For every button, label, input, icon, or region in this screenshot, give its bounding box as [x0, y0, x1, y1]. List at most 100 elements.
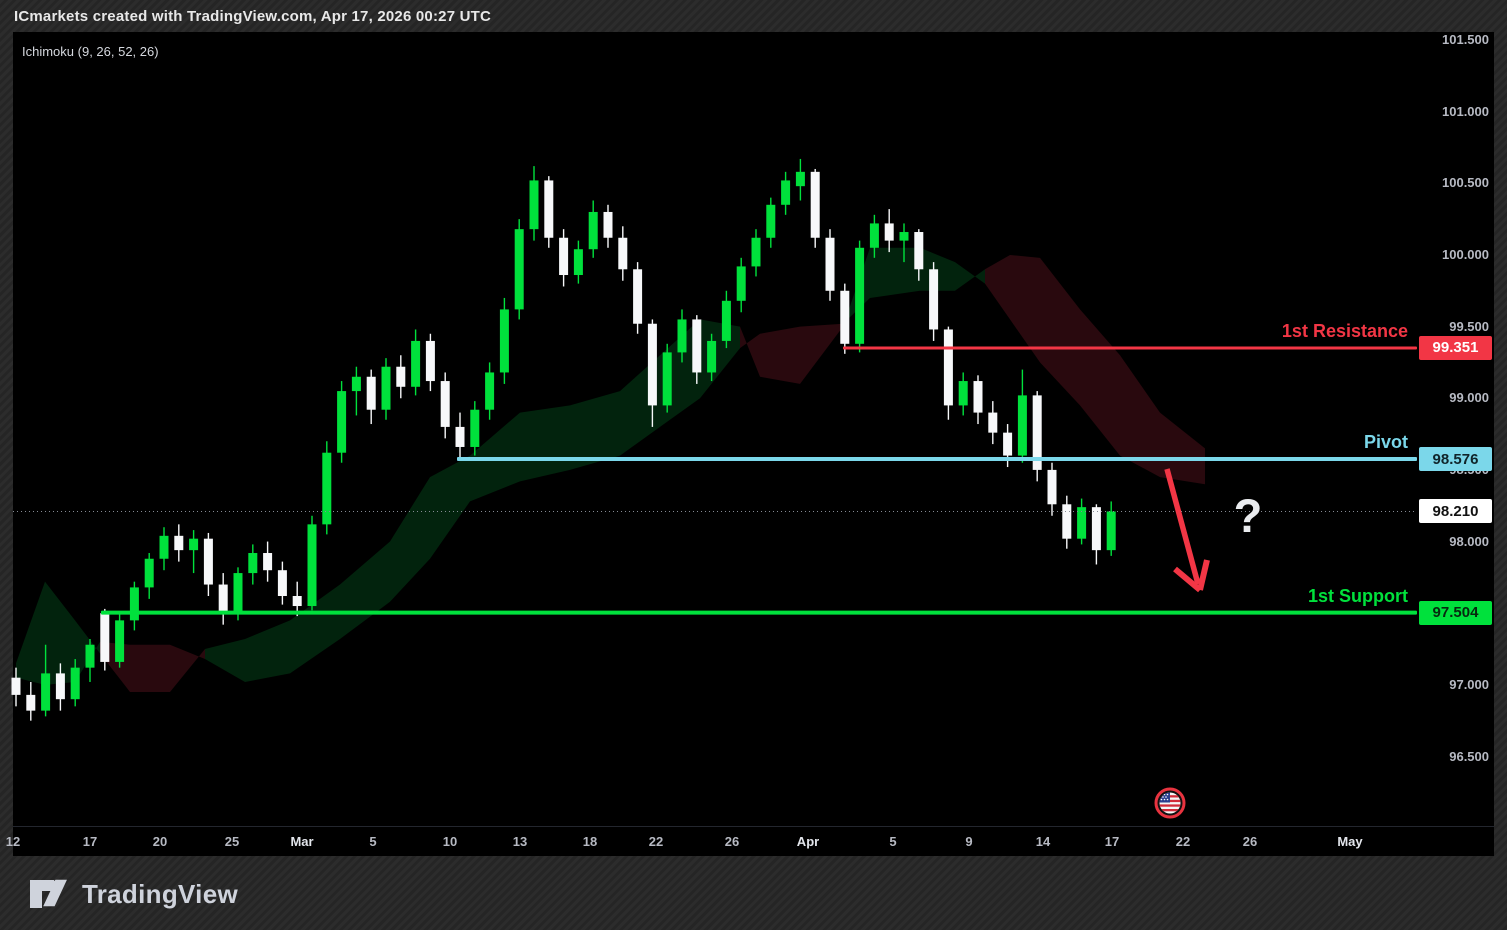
chart-canvas[interactable] [0, 0, 1507, 930]
y-axis-label: 99.000 [1415, 390, 1489, 406]
ichimoku-cloud-bullish [520, 405, 570, 481]
candle-up [1018, 395, 1027, 455]
y-axis-label: 100.500 [1415, 175, 1489, 191]
support-label[interactable]: 1st Support [1308, 586, 1408, 607]
candle-up [589, 212, 598, 249]
ichimoku-cloud-bullish [955, 262, 985, 291]
candle-up [382, 367, 391, 410]
candle-up [322, 453, 331, 525]
candle-up [796, 172, 805, 186]
candle-up [766, 205, 775, 238]
resistance-line[interactable] [843, 346, 1417, 349]
candle-down [648, 324, 657, 406]
candle-down [1003, 433, 1012, 456]
candle-up [41, 673, 50, 710]
ichimoku-cloud-bearish [740, 327, 760, 377]
candle-up [574, 249, 583, 275]
candle-down [367, 377, 376, 410]
candle-down [100, 613, 109, 662]
ichimoku-cloud-bullish [16, 582, 45, 685]
ichimoku-cloud-bearish [760, 327, 800, 384]
x-axis-label: 22 [649, 832, 663, 852]
candle-up [900, 232, 909, 241]
candle-down [1062, 504, 1071, 538]
tradingview-logo-icon [28, 874, 70, 914]
candle-down [56, 673, 65, 699]
price-box-resistance[interactable]: 99.351 [1419, 336, 1492, 360]
candle-down [1092, 507, 1101, 550]
candle-down [988, 413, 997, 433]
candle-up [115, 620, 124, 662]
projection-arrow-down[interactable] [1167, 469, 1207, 590]
candle-up [160, 536, 169, 559]
candle-up [678, 319, 687, 352]
pivot-line[interactable] [457, 457, 1417, 461]
candle-down [293, 596, 302, 606]
price-axis[interactable]: 101.500101.000100.500100.00099.50099.000… [1419, 32, 1493, 826]
price-box-pivot[interactable]: 98.576 [1419, 447, 1492, 471]
candle-up [737, 266, 746, 300]
candle-down [174, 536, 183, 550]
candle-up [1107, 511, 1116, 550]
candle-down [396, 367, 405, 387]
x-axis-label: 17 [83, 832, 97, 852]
price-box-last[interactable]: 98.210 [1419, 499, 1492, 523]
y-axis-label: 101.000 [1415, 104, 1489, 120]
x-axis-label: 13 [513, 832, 527, 852]
x-axis-label: 22 [1176, 832, 1190, 852]
candle-down [633, 269, 642, 323]
pivot-label[interactable]: Pivot [1364, 432, 1408, 453]
ichimoku-cloud-bearish [1040, 258, 1080, 406]
ichimoku-cloud-bearish [985, 255, 1010, 319]
candle-up [189, 539, 198, 550]
candle-down [456, 427, 465, 447]
x-axis-label: 17 [1105, 832, 1119, 852]
y-axis-label: 101.500 [1415, 32, 1489, 48]
price-box-support[interactable]: 97.504 [1419, 601, 1492, 625]
candle-down [692, 319, 701, 372]
resistance-label[interactable]: 1st Resistance [1282, 321, 1408, 342]
time-axis[interactable]: 12172025Mar51013182226Apr5914172226May [0, 832, 1420, 852]
candle-down [426, 341, 435, 381]
ichimoku-cloud-bullish [245, 620, 290, 682]
y-axis-label: 96.500 [1415, 749, 1489, 765]
candle-up [722, 301, 731, 341]
candle-up [515, 229, 524, 309]
candle-up [248, 553, 257, 573]
candle-up [663, 352, 672, 405]
candle-up [707, 341, 716, 373]
candle-down [1048, 470, 1057, 504]
ichimoku-cloud-bearish [130, 645, 170, 692]
ichimoku-cloud-bullish [870, 248, 920, 298]
x-axis-label: 10 [443, 832, 457, 852]
candle-up [145, 559, 154, 588]
ichimoku-cloud-bullish [390, 477, 430, 602]
y-axis-label: 100.000 [1415, 247, 1489, 263]
candle-down [914, 232, 923, 269]
x-axis-label: 26 [725, 832, 739, 852]
tradingview-chart-window: ICmarkets created with TradingView.com, … [0, 0, 1507, 930]
x-axis-label: 18 [583, 832, 597, 852]
candle-down [618, 238, 627, 270]
support-line[interactable] [101, 611, 1417, 615]
question-mark-annotation[interactable]: ? [1226, 488, 1270, 543]
candle-down [441, 381, 450, 427]
tradingview-watermark[interactable]: TradingView [28, 874, 238, 914]
y-axis-label: 97.000 [1415, 677, 1489, 693]
x-axis-label: May [1337, 832, 1362, 852]
us-flag-event-icon[interactable] [1154, 787, 1186, 824]
candle-down [929, 269, 938, 329]
candle-down [944, 329, 953, 405]
candle-up [130, 587, 139, 620]
x-axis-label: 9 [965, 832, 972, 852]
x-axis-label: 5 [369, 832, 376, 852]
candle-down [826, 238, 835, 291]
candle-down [204, 539, 213, 585]
candle-down [544, 180, 553, 237]
candle-up [337, 391, 346, 453]
candle-up [485, 372, 494, 409]
x-axis-label: 5 [889, 832, 896, 852]
candle-up [411, 341, 420, 387]
candle-up [870, 223, 879, 247]
candle-down [840, 291, 849, 344]
